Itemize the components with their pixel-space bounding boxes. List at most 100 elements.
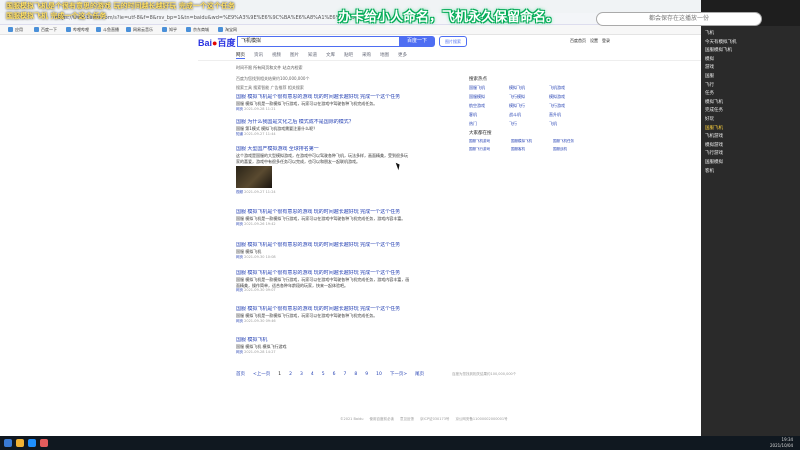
result-snippet: 国服 模拟飞机是一款模拟飞行游戏，玩家可以在游戏中驾驶各种飞机完成任务，游戏内容…	[236, 216, 406, 221]
related-search-item[interactable]: 国服战机	[553, 147, 595, 152]
pager-next[interactable]: 下一页>	[390, 372, 407, 377]
pager-page[interactable]: 10	[376, 372, 382, 377]
pager-last[interactable]: 尾页	[415, 372, 424, 377]
result-source[interactable]: 网页	[236, 288, 243, 292]
result-source[interactable]: 网页	[236, 319, 243, 323]
related-search-item[interactable]: 国服模拟飞机	[511, 139, 553, 144]
footer-link[interactable]: 使用百度前必读	[369, 417, 394, 421]
tab-4[interactable]: 知道	[308, 53, 317, 58]
result-title[interactable]: 国服 模拟飞机是个很有意思的游戏 玩的时间越长越好玩 完成一个这个任务	[236, 306, 411, 313]
tab-7[interactable]: 采购	[362, 53, 371, 58]
pager-page[interactable]: 7	[344, 372, 347, 377]
related-search-item[interactable]: 国服飞行游戏	[469, 147, 511, 152]
pager-page[interactable]: 6	[333, 372, 336, 377]
related-search-item[interactable]: 国服飞机游戏	[469, 139, 511, 144]
tab-3[interactable]: 图片	[290, 53, 299, 58]
hot-search-item[interactable]: 模拟游戏	[549, 94, 589, 100]
search-filters[interactable]: 时间不限 所有网页和文件 站点内检索	[236, 65, 303, 71]
browser-icon[interactable]	[28, 439, 36, 447]
result-source[interactable]: 网页	[236, 222, 243, 226]
hot-search-item[interactable]: 飞行游戏	[549, 103, 589, 109]
hot-search-item[interactable]: 模拟飞机	[509, 85, 549, 91]
related-search-item[interactable]: 国服飞机任务	[553, 139, 595, 144]
pager-page[interactable]: 8	[354, 372, 357, 377]
taskbar: 19:34 2021/10/04	[0, 436, 800, 450]
result-title[interactable]: 国服 模拟飞机	[236, 337, 411, 344]
hot-search-item[interactable]: 航空游戏	[469, 103, 509, 109]
top-link[interactable]: 登录	[602, 38, 610, 43]
bookmark-item[interactable]: 京东商城	[186, 27, 209, 33]
tab-6[interactable]: 贴吧	[344, 53, 353, 58]
tab-8[interactable]: 地图	[380, 53, 389, 58]
bookmark-item[interactable]: 百度一下	[34, 27, 57, 33]
pager-first[interactable]: 首页	[236, 372, 245, 377]
result-title[interactable]: 国服 为什么我国是文化之后 模式成不是国际的模式？	[236, 119, 411, 126]
bookmark-item[interactable]: 应用	[8, 27, 23, 33]
result-source[interactable]: 网页	[236, 350, 243, 354]
result-source[interactable]: 视频	[236, 190, 243, 194]
search-button[interactable]: 百度一下	[399, 36, 435, 47]
result-snippet: 国服 模拟飞机是一款模拟飞行游戏，玩家可以在游戏中驾驶各种飞机完成任务，游戏内容…	[236, 277, 410, 288]
footer-link[interactable]: ©2021 Baidu	[340, 417, 363, 421]
pager-page[interactable]: 3	[300, 372, 303, 377]
result-title[interactable]: 国服 模拟飞机是个很有意思的游戏 玩的时间越长越好玩 完成一个这个任务	[236, 94, 411, 101]
browser-window: https://www.baidu.com/s?ie=utf-8&f=8&rsv…	[0, 0, 701, 436]
search-input[interactable]: 飞机模拟	[237, 36, 399, 47]
hot-search-item[interactable]: 飞机游戏	[549, 85, 589, 91]
bookmark-item[interactable]: 斗鱼直播	[96, 27, 119, 33]
tab-0[interactable]: 网页	[236, 53, 245, 59]
tab-9[interactable]: 更多	[398, 53, 407, 58]
result-title[interactable]: 国服 大型国产模拟游戏 全球排名第一	[236, 146, 411, 153]
footer-link[interactable]: 京公网安备11000002000001号	[455, 417, 507, 421]
result-title[interactable]: 国服 模拟飞机是个很有意思的游戏 玩的时间越长越好玩 完成一个这个任务	[236, 242, 411, 249]
result-meta: 网页 2021-09-28 14:27	[236, 349, 276, 354]
app-icon[interactable]	[40, 439, 48, 447]
bookmark-item[interactable]: 哔哩哔哩	[66, 27, 89, 33]
tab-1[interactable]: 资讯	[254, 53, 263, 58]
tab-5[interactable]: 文库	[326, 53, 335, 58]
chat-panel: 飞机 今天有模拟飞机 国服模拟飞机 模拟 游戏 国服 飞行 任务 模拟飞机 完成任务 好玩 国服飞机飞…	[701, 26, 800, 436]
related-search-panel: 大家都在搜 国服飞机游戏 国服模拟飞机 国服飞机任务 国服飞行游戏 国服客机 国服战机	[469, 130, 599, 152]
bookmark-item[interactable]: 淘宝网	[218, 27, 237, 33]
hot-search-item[interactable]: 飞机	[549, 121, 589, 127]
pager-page[interactable]: 4	[311, 372, 314, 377]
tab-2[interactable]: 视频	[272, 53, 281, 58]
footer-link[interactable]: 京ICP证030173号	[420, 417, 449, 421]
hot-search-item[interactable]: 客机	[469, 112, 509, 118]
top-link[interactable]: 设置	[590, 38, 598, 43]
related-search-item[interactable]: 国服客机	[511, 147, 553, 152]
bookmark-item[interactable]: 知乎	[162, 27, 177, 33]
bookmark-item[interactable]: 网易云音乐	[126, 27, 153, 33]
pager-page[interactable]: 5	[322, 372, 325, 377]
watermark: 斗鱼	[2, 402, 22, 413]
result-snippet: 这个游戏是国服的大型模拟游戏，在游戏中可以驾驶各种飞机，玩法多样，画面精美，受到…	[236, 153, 408, 164]
start-icon[interactable]	[4, 439, 12, 447]
result-thumbnail[interactable]	[236, 166, 272, 188]
hot-search-item[interactable]: 国服飞机	[469, 85, 509, 91]
hot-search-item[interactable]: 热门	[469, 121, 509, 127]
hot-search-item[interactable]: 飞行模拟	[509, 94, 549, 100]
hot-search-item[interactable]: 飞行	[509, 121, 549, 127]
result-source[interactable]: 网页	[236, 255, 243, 259]
hot-search-item[interactable]: 战斗机	[509, 112, 549, 118]
pager-page[interactable]: 1	[278, 372, 281, 377]
result-source[interactable]: 知道	[236, 132, 243, 136]
footer-link[interactable]: 意见反馈	[400, 417, 414, 421]
image-search-button[interactable]: 图片搜索	[439, 36, 467, 47]
pager-page[interactable]: 2	[289, 372, 292, 377]
result-title[interactable]: 国服 模拟飞机是个很有意思的游戏 玩的时间越长越好玩 完成一个这个任务	[236, 270, 411, 277]
search-tools[interactable]: 搜索工具 搜索智能 广告推荐 相关搜索	[236, 85, 304, 91]
top-link[interactable]: 百度首页	[570, 38, 586, 43]
pager-prev[interactable]: <上一页	[253, 372, 270, 377]
hot-search-item[interactable]: 国服模拟	[469, 94, 509, 100]
result-source[interactable]: 网页	[236, 107, 243, 111]
result-meta: 视频 2021-09-27 11:24	[236, 190, 276, 194]
folder-icon[interactable]	[16, 439, 24, 447]
hot-search-item[interactable]: 直升机	[549, 112, 589, 118]
baidu-logo[interactable]: Bai●百度	[198, 36, 235, 49]
bookmarks-bar: 应用 百度一下 哔哩哔哩 斗鱼直播 网易云音乐 知乎 京东商城 淘宝网	[0, 25, 701, 35]
pager-page[interactable]: 9	[365, 372, 368, 377]
chat-message: 飞行游戏	[705, 151, 723, 157]
result-title[interactable]: 国服 模拟飞机是个很有意思的游戏 玩的时间越长越好玩 完成一个这个任务	[236, 209, 411, 216]
hot-search-item[interactable]: 模拟飞行	[509, 103, 549, 109]
